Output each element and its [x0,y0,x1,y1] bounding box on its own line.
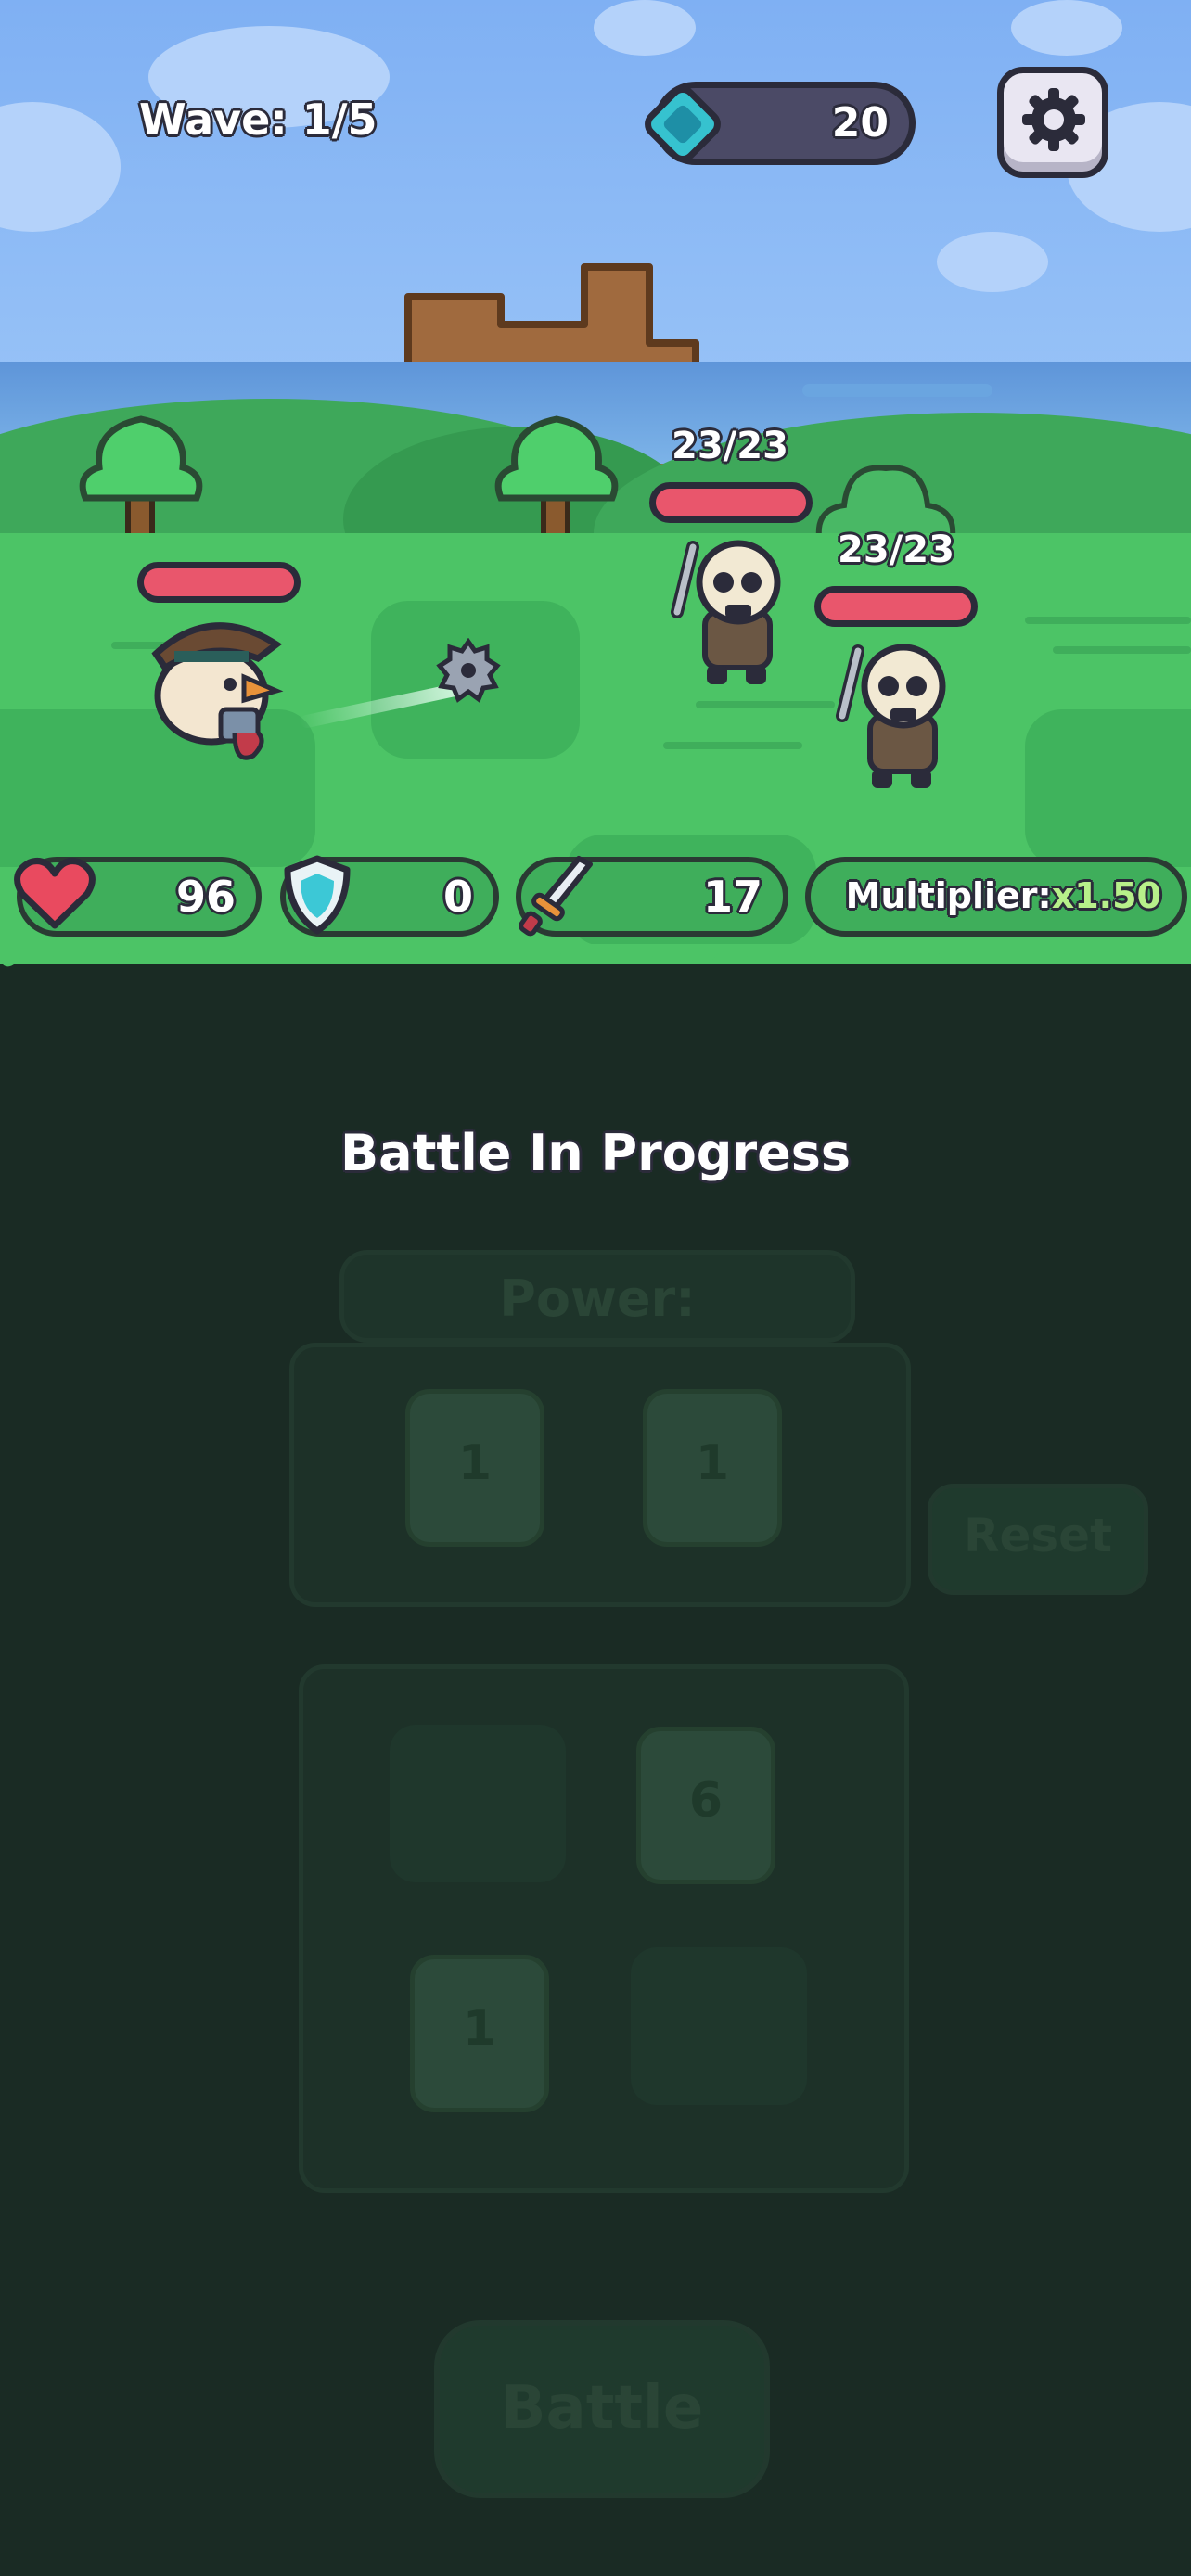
multiplier-value: x1.50 [1051,875,1161,916]
enemy-health-bar [814,586,978,627]
cloud [937,232,1048,292]
enemy-hp-text: 23/23 [672,425,788,467]
reset-label: Reset [964,1509,1112,1562]
multiplier-stat: Multiplier:x1.50 [805,857,1187,937]
die[interactable]: 6 [636,1727,775,1884]
battle-button[interactable]: Battle [434,2320,770,2498]
grass-line [663,742,802,749]
health-value: 96 [175,872,236,922]
enemy-health-bar [649,482,813,523]
skeleton-enemy[interactable] [826,632,974,799]
skeleton-enemy[interactable] [660,529,809,695]
reset-button[interactable]: Reset [928,1484,1148,1595]
cloud [1011,0,1122,56]
cloud [594,0,696,56]
battle-label: Battle [500,2374,704,2442]
power-header: Power: [339,1250,855,1343]
dice-tray-top [289,1343,911,1607]
grass-line [1053,646,1191,654]
attack-value: 17 [702,872,762,922]
settings-button[interactable] [997,67,1108,178]
dice-slot [631,1947,807,2105]
gem-icon [645,86,721,162]
tree-icon [79,415,203,542]
battle-status-text: Battle In Progress [340,1124,851,1182]
grass-patch [1025,709,1191,867]
tree-icon [494,415,619,542]
player-character [151,622,284,760]
power-label: Power: [499,1269,696,1328]
grass-edge [0,944,1191,967]
sawblade-projectile-icon [436,638,501,703]
shield-icon [284,855,351,935]
gem-count: 20 [831,99,889,147]
die[interactable]: 1 [405,1389,544,1547]
shield-value: 0 [442,872,473,922]
multiplier-row: Multiplier:x1.50 [846,875,1161,916]
wave-label: Wave: 1/5 [139,95,378,145]
sea-line [802,384,992,397]
enemy-hp-text: 23/23 [838,529,954,571]
dice-slot [390,1725,566,1882]
grass-line [1025,617,1191,624]
die[interactable]: 1 [410,1955,549,2112]
heart-icon [14,858,96,929]
grass-line [696,701,835,708]
gear-icon [1022,88,1085,151]
multiplier-label: Multiplier: [845,875,1052,916]
player-health-bar [137,562,301,603]
battle-scene: Wave: 1/5 20 23/23 23/23 96 0 17 Multipl… [0,0,1191,964]
die[interactable]: 1 [643,1389,782,1547]
sword-icon [519,856,593,937]
